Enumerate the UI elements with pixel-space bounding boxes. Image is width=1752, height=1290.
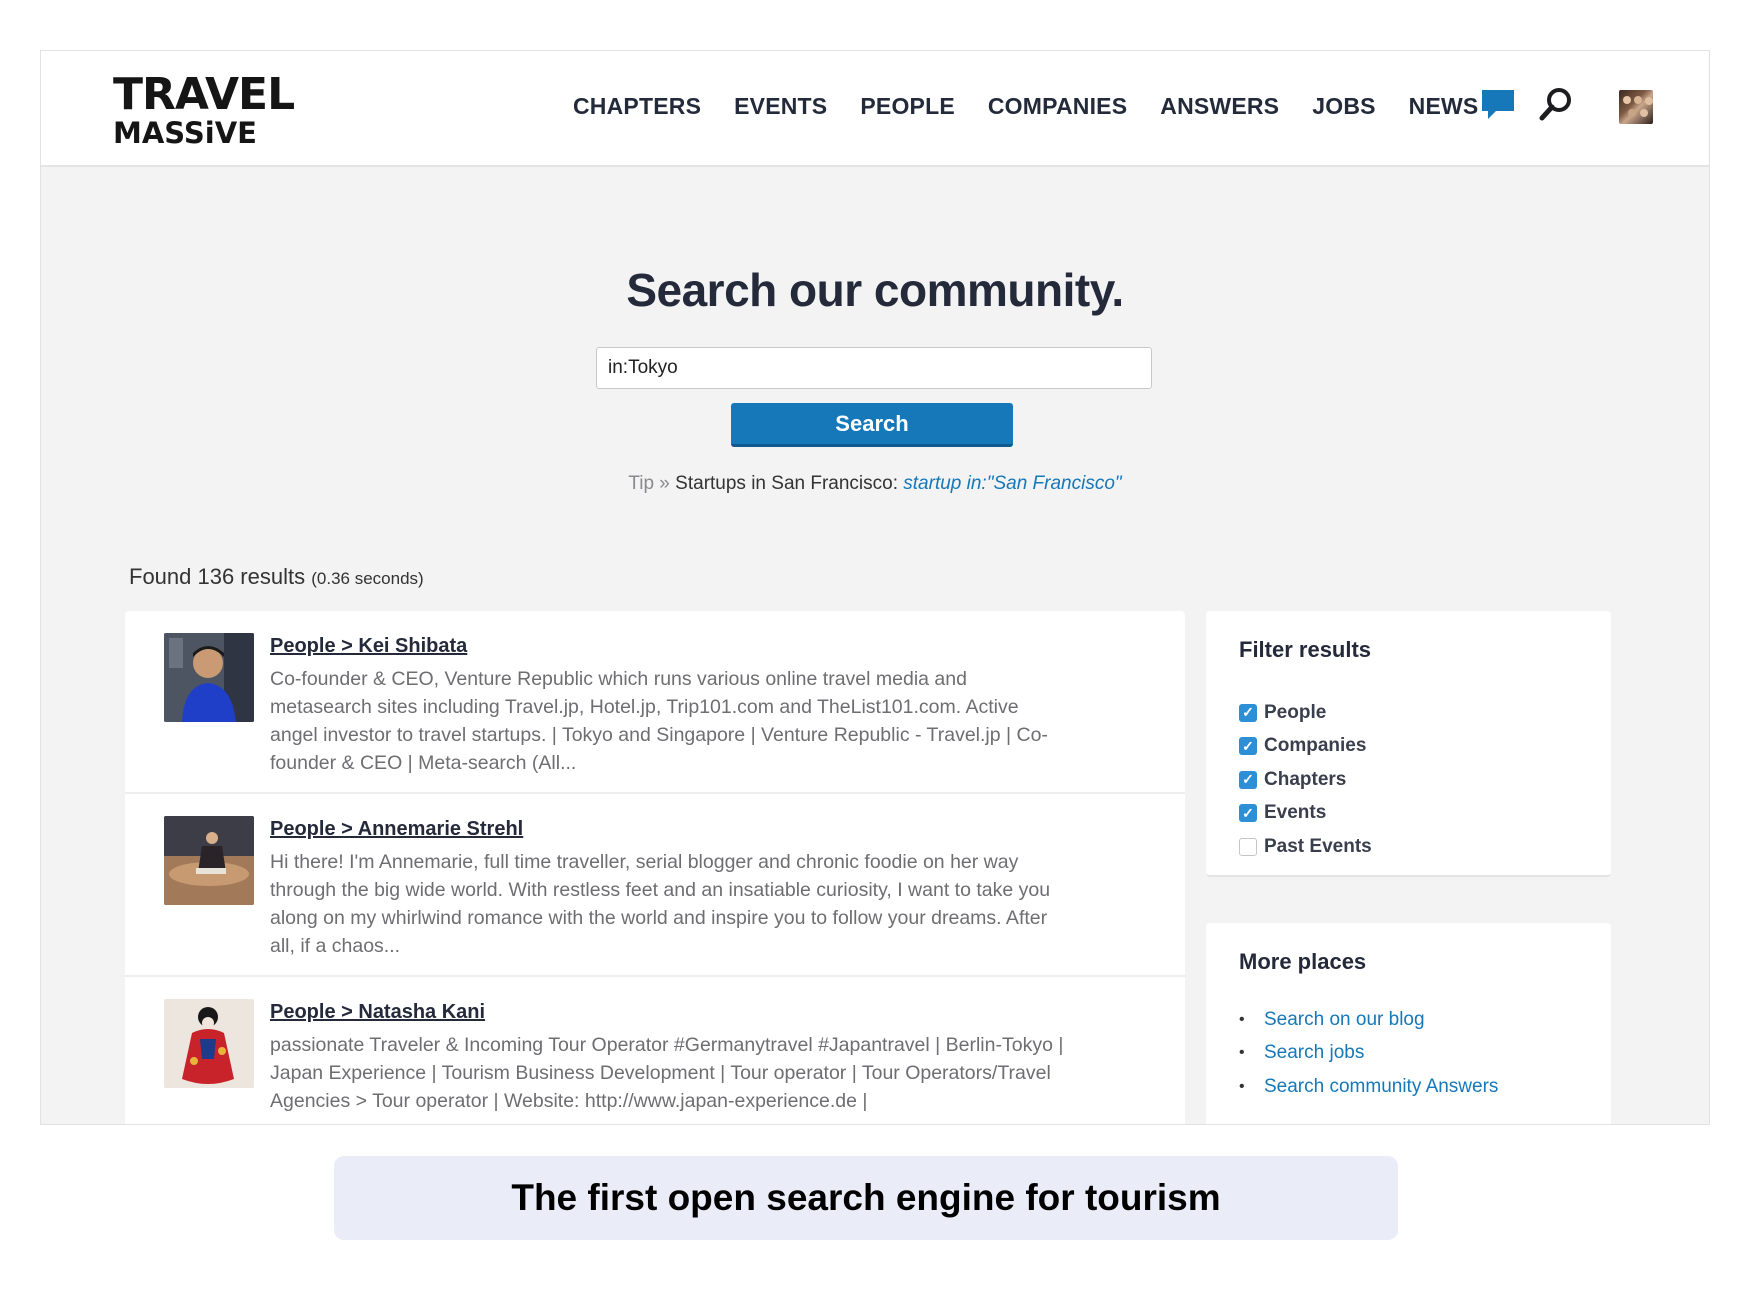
checkbox-checked-icon[interactable]: ✓ — [1239, 703, 1257, 722]
list-item: • Search on our blog — [1239, 1003, 1498, 1037]
checkbox-checked-icon[interactable]: ✓ — [1239, 804, 1257, 823]
filter-companies[interactable]: ✓ Companies — [1239, 730, 1372, 764]
caption-banner: The first open search engine for tourism — [334, 1156, 1398, 1240]
tip-example-link[interactable]: startup in:"San Francisco" — [903, 473, 1121, 494]
more-places-panel: More places • Search on our blog • Search … — [1206, 923, 1611, 1124]
result-description: Co-founder & CEO, Venture Republic which… — [270, 668, 1048, 774]
search-tip: Tip » Startups in San Francisco: startup… — [41, 473, 1709, 495]
bullet-icon: • — [1239, 1044, 1245, 1062]
filter-events[interactable]: ✓ Events — [1239, 797, 1372, 831]
tip-prefix: Tip » — [628, 473, 670, 494]
checkbox-checked-icon[interactable]: ✓ — [1239, 737, 1257, 756]
nav-jobs[interactable]: JOBS — [1312, 93, 1375, 120]
result-title-link[interactable]: People > Natasha Kani — [270, 1001, 485, 1024]
nav-companies[interactable]: COMPANIES — [988, 93, 1127, 120]
filter-label: People — [1264, 701, 1327, 723]
site-header: TRAVEL MASSiVE CHAPTERS EVENTS PEOPLE CO… — [41, 51, 1709, 167]
search-icon[interactable] — [1537, 85, 1619, 128]
results-list: People > Kei Shibata Co-founder & CEO, V… — [125, 611, 1185, 1124]
result-avatar[interactable] — [164, 999, 254, 1088]
bullet-icon: • — [1239, 1077, 1245, 1095]
result-item: People > Kei Shibata Co-founder & CEO, V… — [125, 611, 1185, 794]
result-item: People > Natasha Kani passionate Travele… — [125, 977, 1185, 1124]
result-title-link[interactable]: People > Kei Shibata — [270, 635, 467, 658]
result-avatar[interactable] — [164, 816, 254, 905]
results-count: Found 136 results (0.36 seconds) — [129, 564, 424, 590]
logo-line-1: TRAVEL — [113, 69, 295, 120]
result-description: Hi there! I'm Annemarie, full time trave… — [270, 851, 1051, 957]
result-description: passionate Traveler & Incoming Tour Oper… — [270, 1034, 1064, 1112]
chat-bubble-icon[interactable] — [1479, 85, 1537, 128]
nav-news[interactable]: NEWS — [1409, 93, 1479, 120]
tip-text: Startups in San Francisco: — [675, 473, 898, 494]
checkbox-checked-icon[interactable]: ✓ — [1239, 770, 1257, 789]
filter-label: Past Events — [1264, 835, 1372, 857]
search-input[interactable] — [596, 347, 1152, 389]
filter-chapters[interactable]: ✓ Chapters — [1239, 763, 1372, 797]
list-item: • Search community Answers — [1239, 1070, 1498, 1104]
page-title: Search our community. — [626, 264, 1124, 316]
result-title-link[interactable]: People > Annemarie Strehl — [270, 818, 523, 841]
filter-panel: Filter results ✓ People ✓ Companies ✓ Ch… — [1206, 611, 1611, 877]
result-item: People > Annemarie Strehl Hi there! I'm … — [125, 794, 1185, 977]
filter-list: ✓ People ✓ Companies ✓ Chapters ✓ Events… — [1239, 696, 1372, 864]
more-places-title: More places — [1239, 949, 1367, 974]
app-window: TRAVEL MASSiVE CHAPTERS EVENTS PEOPLE CO… — [40, 50, 1710, 1125]
search-button[interactable]: Search — [731, 403, 1013, 447]
checkbox-unchecked-icon[interactable] — [1239, 837, 1257, 856]
search-time: (0.36 seconds) — [311, 569, 424, 588]
list-item: • Search jobs — [1239, 1037, 1498, 1071]
user-avatar[interactable] — [1619, 89, 1653, 124]
filter-label: Companies — [1264, 735, 1367, 757]
link-search-jobs[interactable]: Search jobs — [1264, 1042, 1364, 1064]
filter-label: Chapters — [1264, 768, 1347, 790]
link-search-blog[interactable]: Search on our blog — [1264, 1009, 1425, 1031]
travel-massive-logo[interactable]: TRAVEL MASSiVE — [113, 69, 295, 150]
main-nav: CHAPTERS EVENTS PEOPLE COMPANIES ANSWERS… — [573, 93, 1511, 120]
logo-line-2: MASSiVE — [113, 116, 257, 150]
filter-people[interactable]: ✓ People — [1239, 696, 1372, 730]
nav-answers[interactable]: ANSWERS — [1160, 93, 1279, 120]
header-icons — [1479, 85, 1653, 128]
bullet-icon: • — [1239, 1010, 1245, 1028]
nav-people[interactable]: PEOPLE — [860, 93, 955, 120]
filter-label: Events — [1264, 802, 1327, 824]
result-avatar[interactable] — [164, 633, 254, 722]
filter-past-events[interactable]: Past Events — [1239, 830, 1372, 864]
nav-chapters[interactable]: CHAPTERS — [573, 93, 701, 120]
found-text: Found 136 results — [129, 564, 306, 589]
nav-events[interactable]: EVENTS — [734, 93, 827, 120]
filter-title: Filter results — [1239, 637, 1372, 662]
link-search-answers[interactable]: Search community Answers — [1264, 1076, 1498, 1098]
more-places-list: • Search on our blog • Search jobs • Search… — [1239, 1003, 1498, 1104]
